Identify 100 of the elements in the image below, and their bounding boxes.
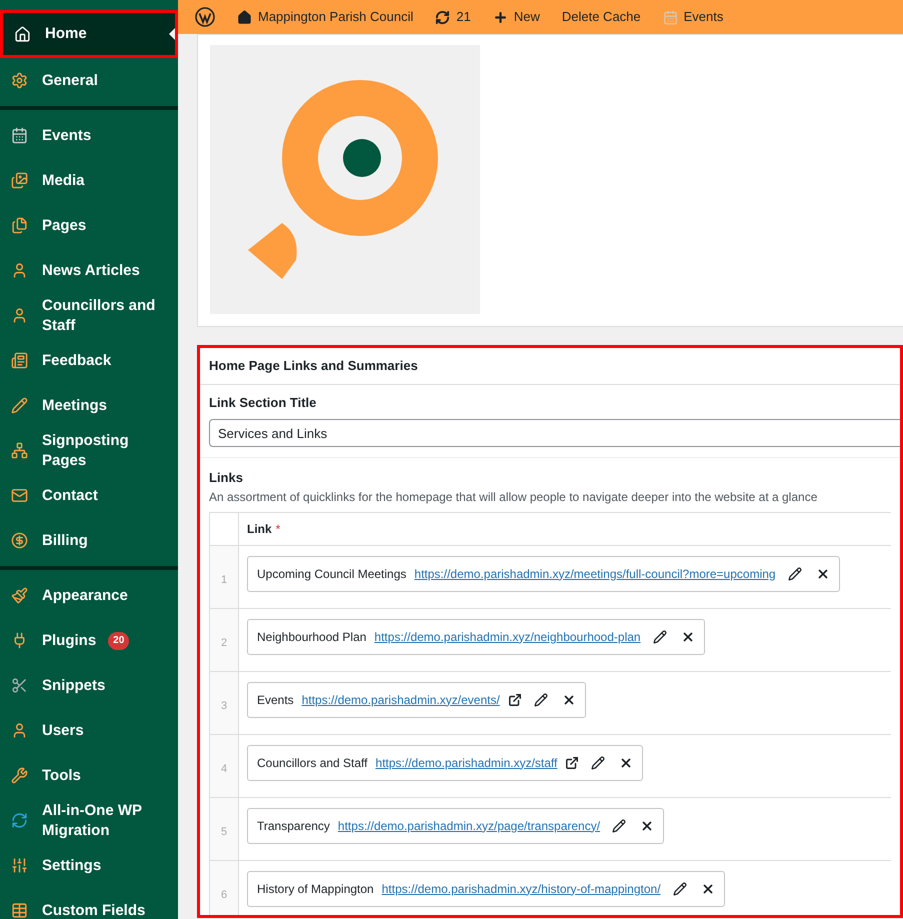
sidebar-label: Users [42, 720, 84, 740]
link-url[interactable]: https://demo.parishadmin.xyz/history-of-mappington/ [382, 880, 661, 898]
sidebar-label: Plugins [42, 630, 96, 650]
field-label: Links [209, 469, 244, 487]
scissors-icon [11, 677, 28, 694]
sidebar-item[interactable]: Contact [0, 473, 178, 518]
remove-icon[interactable] [640, 818, 654, 832]
delete-cache-link[interactable]: Delete Cache [562, 7, 641, 27]
row-number: 4 [210, 734, 239, 796]
refresh-icon [435, 10, 450, 24]
edit-icon[interactable] [788, 566, 802, 580]
link-url[interactable]: https://demo.parishadmin.xyz/page/transparency/ [338, 816, 600, 834]
wordpress-logo-icon[interactable] [195, 7, 215, 27]
plus-icon [492, 10, 508, 24]
count-badge: 20 [108, 632, 130, 650]
user-icon [11, 307, 28, 324]
link-url[interactable]: https://demo.parishadmin.xyz/meetings/full-council?more=upcoming [414, 564, 776, 582]
remove-icon[interactable] [619, 756, 634, 770]
sidebar-label: Councillors and Staff [42, 296, 156, 336]
refresh-icon [11, 812, 28, 829]
new-link[interactable]: New [492, 7, 540, 27]
sidebar-label: Signposting Pages [42, 430, 130, 470]
updates-link[interactable]: 21 [435, 7, 471, 27]
sidebar-item[interactable]: General [0, 58, 178, 103]
row-number: 5 [210, 798, 239, 860]
dollar-icon [11, 532, 28, 549]
sidebar-item[interactable]: Users [0, 708, 178, 753]
external-link-icon[interactable] [565, 756, 580, 770]
edit-icon[interactable] [672, 882, 687, 896]
link-url[interactable]: https://demo.parishadmin.xyz/neighbourhood-plan [374, 628, 641, 646]
link-url[interactable]: https://demo.parishadmin.xyz/staff [376, 754, 558, 772]
link-title: Councillors and Staff [257, 754, 368, 772]
sidebar-label: General [42, 70, 98, 90]
external-link-icon[interactable] [508, 692, 522, 706]
title-input[interactable]: Services and Links [209, 419, 900, 447]
link-title: Transparency [257, 818, 330, 834]
remove-icon[interactable] [700, 882, 715, 896]
sidebar-item[interactable]: Feedback [0, 338, 178, 383]
link-title: History of Mappington [257, 880, 374, 898]
pointer-icon [169, 28, 175, 40]
user-icon [11, 262, 28, 279]
sidebar-item[interactable]: Appearance [0, 573, 178, 618]
row-number: 2 [210, 608, 239, 670]
row-number: 6 [210, 860, 239, 915]
sidebar-item[interactable]: Media [0, 158, 178, 203]
sidebar-label: Billing [42, 530, 88, 550]
sidebar-item[interactable]: Pages [0, 203, 178, 248]
link-title: Events [257, 692, 294, 708]
wrench-icon [11, 767, 28, 784]
sidebar-item[interactable]: All-in-One WP Migration [0, 798, 178, 843]
link-title: Upcoming Council Meetings [257, 566, 406, 582]
sidebar-label: Events [42, 126, 92, 146]
sidebar-item[interactable]: Snippets [0, 663, 178, 708]
remove-icon[interactable] [816, 566, 830, 580]
edit-icon[interactable] [591, 756, 606, 770]
events-link[interactable]: Events [662, 7, 724, 27]
sidebar-item[interactable]: Custom Fields [0, 888, 178, 919]
sidebar-label: Tools [42, 766, 81, 786]
edit-icon[interactable] [652, 630, 667, 644]
sidebar-label: Custom Fields [42, 900, 146, 919]
section-title: Home Page Links and Summaries [200, 348, 900, 384]
edit-icon[interactable] [612, 818, 626, 832]
sitemap-icon [11, 442, 28, 459]
pencil-icon [11, 397, 28, 414]
sliders-icon [11, 857, 28, 874]
calendar-icon [11, 127, 28, 144]
gear-icon [11, 72, 28, 89]
remove-icon[interactable] [680, 630, 695, 644]
sidebar-label: Snippets [42, 676, 106, 696]
sidebar-item[interactable]: Councillors and Staff [0, 293, 178, 338]
sidebar-label: Media [42, 170, 85, 190]
sidebar-item[interactable]: Events [0, 113, 178, 158]
home-icon [14, 26, 31, 42]
sidebar-item[interactable]: Tools [0, 753, 178, 798]
sidebar-label: All-in-One WP Migration [42, 800, 143, 840]
sidebar-item[interactable]: News Articles [0, 248, 178, 293]
calendar-icon [662, 10, 678, 24]
images-icon [11, 172, 28, 189]
remove-icon[interactable] [562, 692, 576, 706]
edit-icon[interactable] [534, 692, 548, 706]
sidebar-item[interactable]: Meetings [0, 383, 178, 428]
sidebar-item[interactable]: Billing [0, 518, 178, 563]
sidebar-item[interactable]: Signposting Pages [0, 428, 178, 473]
sidebar-item[interactable]: Settings [0, 843, 178, 888]
row-number: 1 [210, 546, 239, 608]
sidebar-label: News Articles [42, 260, 140, 280]
sidebar-label: Feedback [42, 350, 112, 370]
sidebar-item[interactable]: Plugins 20 [0, 618, 178, 663]
field-description: An assortment of quicklinks for the homepage that will allow people to navigate deeper into the website at a glance [209, 488, 818, 506]
site-link[interactable]: Mappington Parish Council [237, 7, 414, 27]
row-number: 3 [210, 672, 239, 734]
pages-icon [11, 217, 28, 234]
column-header: Link * [246, 520, 280, 538]
sidebar-item[interactable]: Home [0, 10, 178, 58]
sidebar-label: Appearance [42, 586, 128, 606]
table-icon [11, 902, 28, 919]
field-label: Link Section Title [209, 394, 318, 412]
link-url[interactable]: https://demo.parishadmin.xyz/events/ [302, 690, 500, 708]
sidebar-label: Meetings [42, 396, 108, 416]
sidebar-label: Settings [42, 856, 102, 876]
